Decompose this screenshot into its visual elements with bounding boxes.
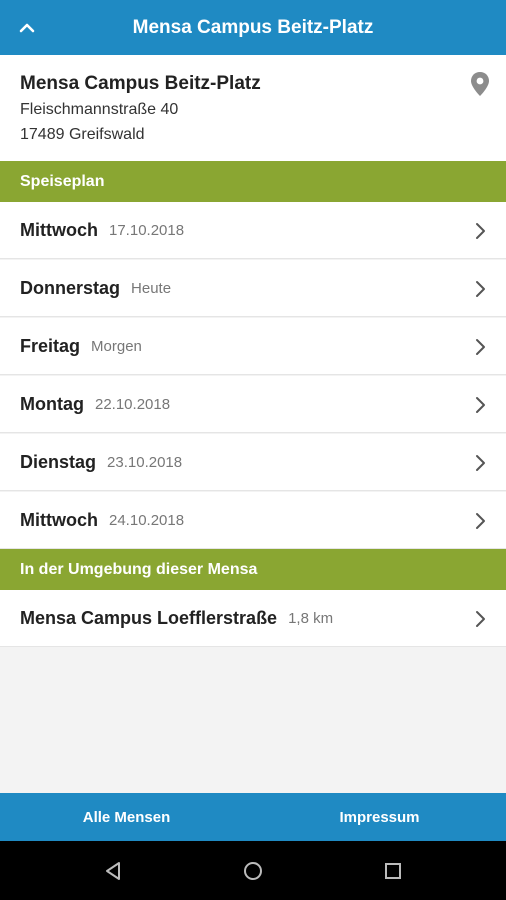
mensa-street: Fleischmannstraße 40 (20, 101, 179, 118)
day-name: Donnerstag (20, 277, 121, 298)
day-row[interactable]: Donnerstag Heute (0, 260, 506, 317)
day-name: Mittwoch (20, 219, 98, 240)
chevron-right-icon (476, 281, 485, 297)
day-name: Freitag (20, 335, 81, 356)
mensa-info-card: Mensa Campus Beitz-Platz Fleischmannstra… (0, 55, 506, 161)
chevron-right-icon (476, 611, 485, 627)
chevron-right-icon (476, 397, 485, 413)
app-bar: Mensa Campus Beitz-Platz (0, 0, 506, 55)
bottom-bar: Alle Mensen Impressum (0, 793, 506, 841)
chevron-right-icon (476, 513, 485, 529)
day-date: Morgen (91, 337, 142, 355)
day-row[interactable]: Mittwoch 24.10.2018 (0, 492, 506, 549)
back-icon[interactable] (102, 860, 124, 882)
impressum-button[interactable]: Impressum (253, 793, 506, 841)
nearby-mensa-distance: 1,8 km (288, 609, 334, 627)
mensa-name: Mensa Campus Beitz-Platz (20, 73, 261, 94)
home-icon[interactable] (242, 860, 264, 882)
all-mensen-button[interactable]: Alle Mensen (0, 793, 253, 841)
day-date: 22.10.2018 (94, 395, 171, 413)
chevron-right-icon (476, 339, 485, 355)
nearby-mensa-row[interactable]: Mensa Campus Loefflerstraße 1,8 km (0, 590, 506, 647)
day-name: Montag (20, 393, 84, 414)
section-header-nearby: In der Umgebung dieser Mensa (0, 549, 506, 590)
system-nav-bar (0, 841, 506, 900)
page-title: Mensa Campus Beitz-Platz (132, 16, 374, 38)
location-pin-icon[interactable] (470, 71, 490, 97)
mensa-city: 17489 Greifswald (20, 126, 145, 143)
chevron-right-icon (476, 223, 485, 239)
day-row[interactable]: Dienstag 23.10.2018 (0, 434, 506, 491)
day-name: Mittwoch (20, 509, 98, 530)
nearby-mensa-name: Mensa Campus Loefflerstraße (20, 607, 278, 628)
day-date: 23.10.2018 (107, 453, 183, 471)
chevron-right-icon (476, 455, 485, 471)
day-date: 17.10.2018 (109, 221, 185, 239)
day-date: 24.10.2018 (109, 511, 185, 529)
day-name: Dienstag (20, 451, 97, 472)
recents-icon[interactable] (382, 860, 404, 882)
day-date: Heute (131, 279, 172, 297)
section-header-speiseplan: Speiseplan (0, 161, 506, 202)
day-row[interactable]: Montag 22.10.2018 (0, 376, 506, 433)
day-row[interactable]: Mittwoch 17.10.2018 (0, 202, 506, 259)
day-row[interactable]: Freitag Morgen (0, 318, 506, 375)
